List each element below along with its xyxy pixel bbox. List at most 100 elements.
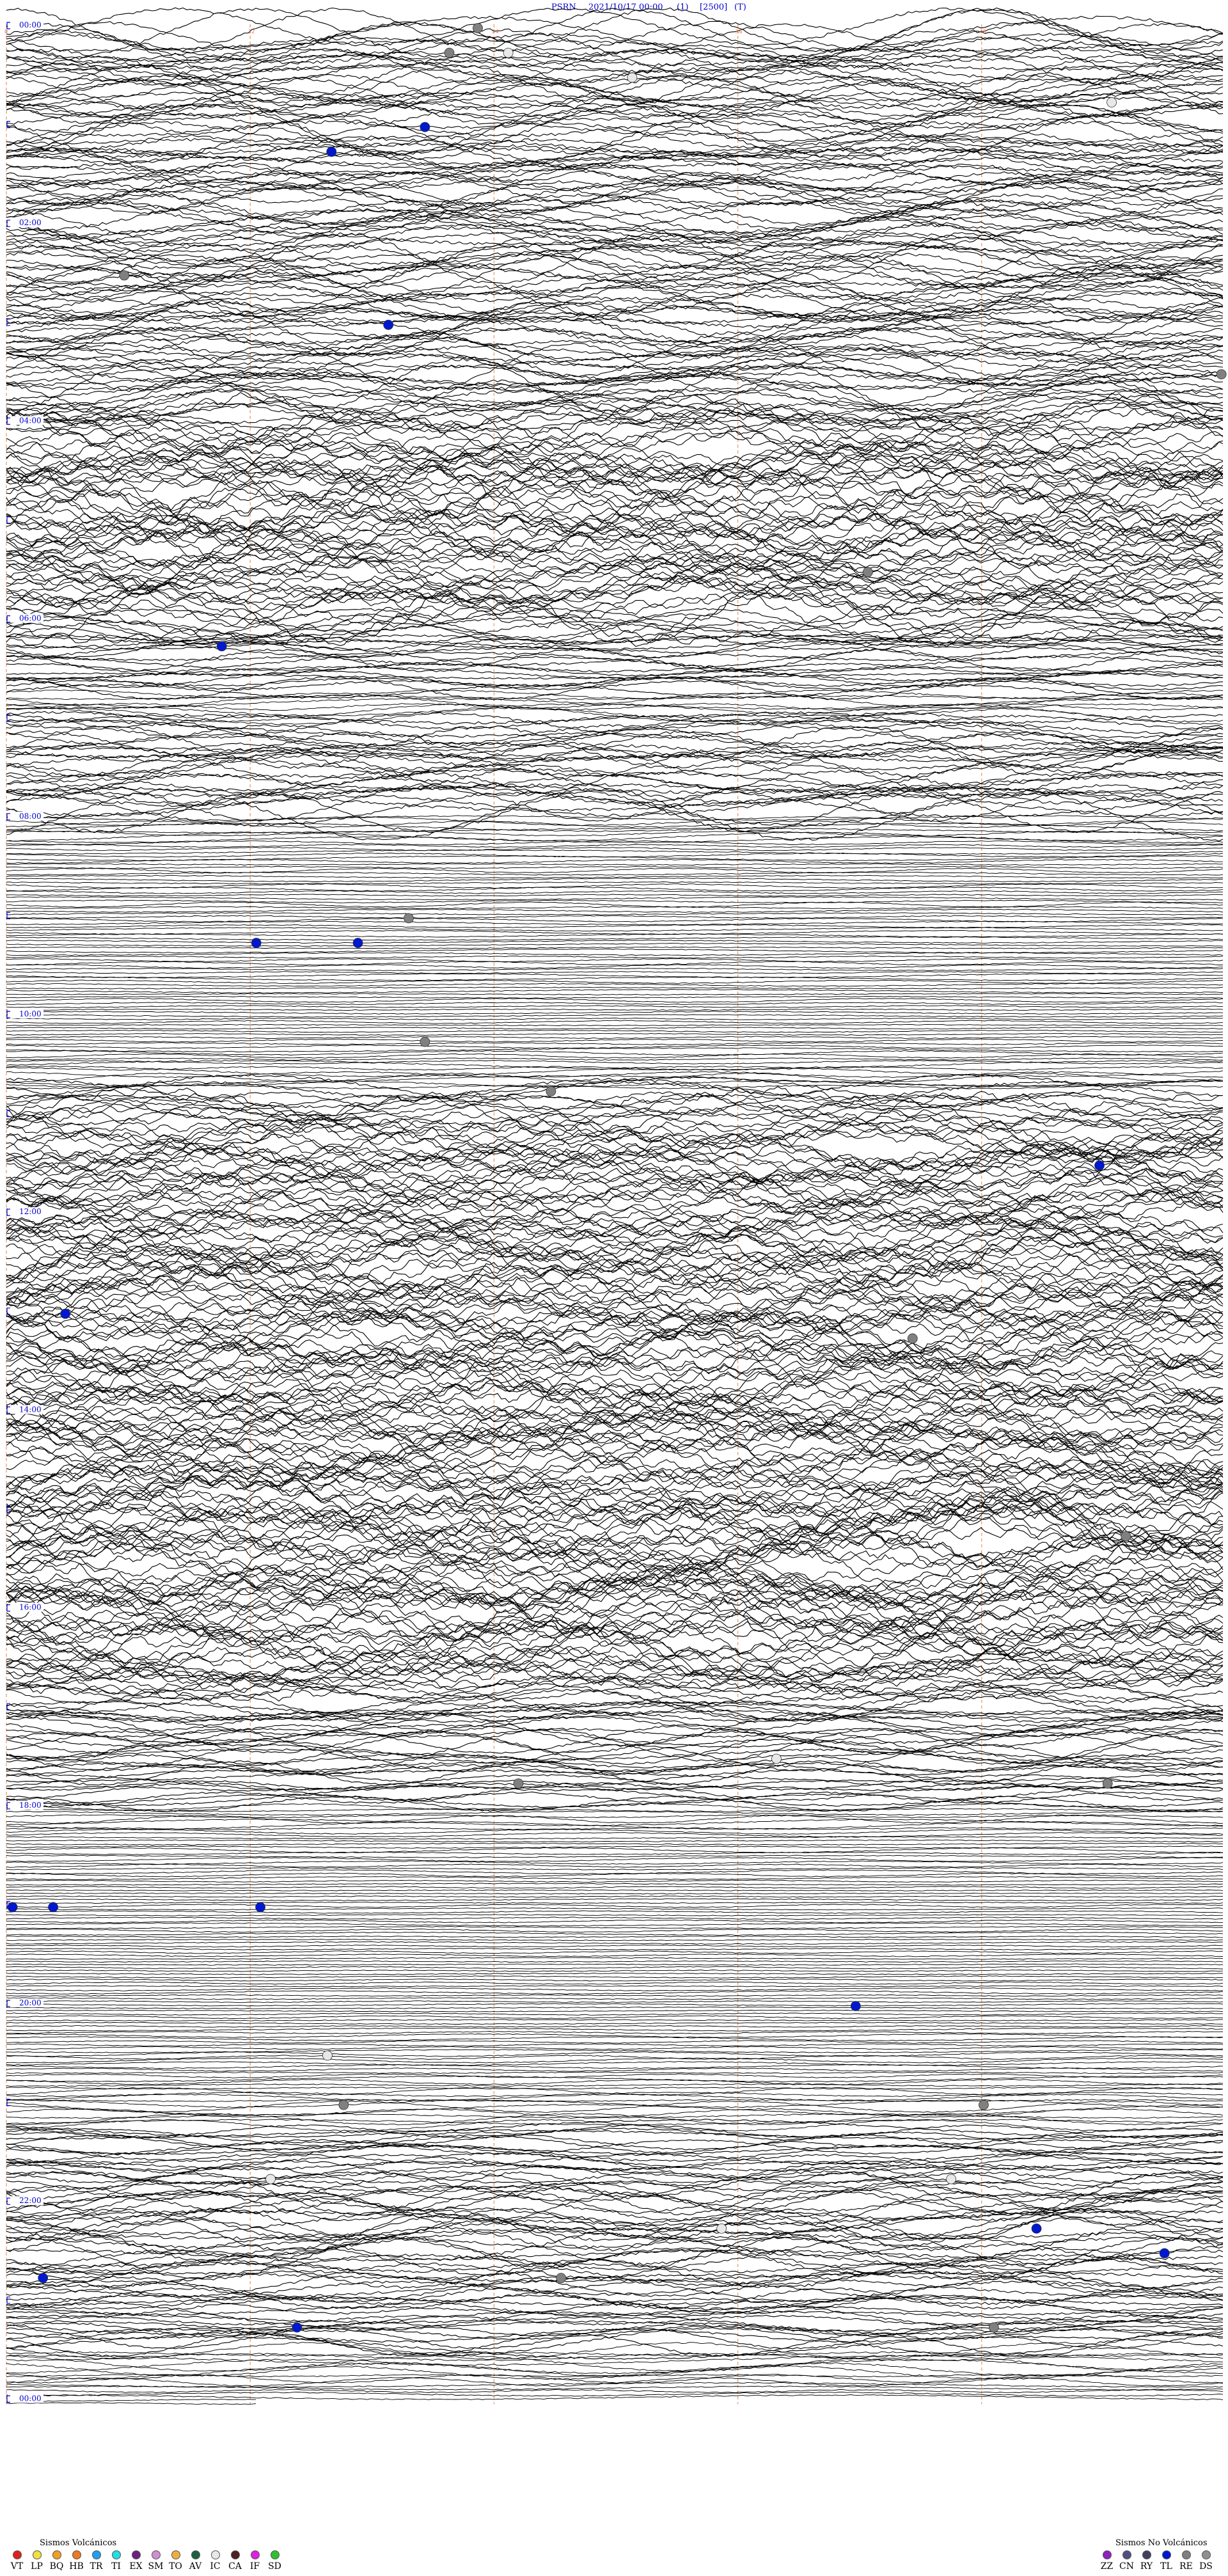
trace-row: [6, 988, 1224, 1015]
trace-line: [6, 2046, 1224, 2050]
event-marker: [60, 1308, 71, 1319]
trace-line: [6, 896, 1223, 901]
legend-item: RE: [1178, 2550, 1194, 2572]
trace-line: [6, 2391, 1224, 2397]
trace-line: [6, 1284, 1224, 1339]
trace-row: [6, 1954, 1224, 1979]
trace-line: [6, 877, 1224, 882]
legend-dot: [32, 2550, 42, 2559]
legend-label: TR: [90, 2561, 103, 2572]
trace-line: [6, 1774, 1224, 1790]
trace-line: [6, 1053, 1224, 1059]
trace-line: [6, 1960, 1224, 1963]
trace-line: [6, 956, 1224, 959]
legend-label: CN: [1119, 2561, 1134, 2572]
trace-line: [6, 2036, 1224, 2041]
half-hour-bracket: [6, 2296, 10, 2304]
legend-label: SD: [268, 2561, 281, 2572]
trace-line: [6, 684, 1224, 699]
trace-line: [6, 1017, 1224, 1020]
trace-row: [6, 1979, 1224, 2003]
trace-line: [6, 1008, 1224, 1011]
legend-item: IC: [207, 2550, 223, 2572]
trace-row: [6, 2342, 1224, 2380]
trace-row: [6, 1014, 1224, 1039]
trace-line: [6, 1836, 1224, 1840]
trace-line: [6, 99, 1224, 122]
trace-line: [6, 2181, 1224, 2212]
trace-row: [6, 1829, 1224, 1855]
legend-label: IC: [210, 2561, 221, 2572]
trace-line: [6, 924, 1224, 928]
trace-line: [6, 1596, 1224, 1647]
event-marker: [48, 1902, 58, 1913]
trace-line: [6, 1842, 1224, 1845]
trace-line: [6, 292, 1224, 319]
trace-line: [6, 865, 1224, 869]
event-marker: [420, 122, 430, 132]
legend-label: TL: [1160, 2561, 1172, 2572]
trace-row: [6, 690, 1224, 725]
legend-item: SM: [148, 2550, 164, 2572]
trace-line: [6, 946, 1224, 949]
trace-line: [6, 827, 1224, 834]
trace-line: [6, 2108, 1224, 2118]
trace-line: [6, 388, 1224, 407]
legend-dot: [191, 2550, 200, 2559]
legend-dot: [210, 2550, 220, 2559]
trace-line: [6, 1985, 1224, 1987]
legend-label: LP: [31, 2561, 43, 2572]
trace-row: [6, 379, 1224, 432]
trace-row: [6, 2027, 1224, 2053]
trace-line: [6, 927, 1224, 932]
trace-line: [6, 1857, 1224, 1862]
legend-item: EX: [128, 2550, 144, 2572]
legend-dot: [1201, 2550, 1211, 2559]
trace-line: [6, 1600, 1224, 1674]
hour-label: 20:00: [19, 1998, 42, 2007]
legend-label: HB: [69, 2561, 84, 2572]
trace-line: [6, 1113, 1224, 1167]
event-marker: [38, 2273, 49, 2284]
trace-line: [6, 1527, 1224, 1561]
event-marker: [546, 1086, 556, 1096]
legend-label: RE: [1179, 2561, 1193, 2572]
trace-line: [6, 484, 1224, 560]
trace-line: [6, 1938, 1224, 1941]
trace-line: [6, 1731, 1224, 1766]
trace-line: [6, 1863, 1224, 1868]
trace-line: [6, 993, 1224, 995]
trace-row: [6, 865, 1224, 892]
trace-line: [6, 1709, 1224, 1744]
trace-line: [6, 1941, 1224, 1945]
trace-line: [6, 2083, 1224, 2087]
trace-row: [6, 2374, 1224, 2401]
trace-line: [6, 912, 1224, 915]
hour-label: 00:00: [19, 2394, 42, 2403]
trace-row: [6, 571, 1224, 647]
trace-line: [6, 1005, 1223, 1008]
trace-line: [6, 2009, 1224, 2012]
legend-dot: [52, 2550, 61, 2559]
trace-line: [6, 2399, 256, 2402]
trace-row: [6, 2051, 1224, 2078]
event-marker: [771, 1753, 782, 1764]
trace-line: [6, 1869, 1224, 1875]
trace-row: [6, 1854, 1224, 1880]
trace-line: [6, 271, 1224, 320]
trace-line: [6, 2094, 1224, 2101]
trace-line: [6, 874, 1224, 879]
trace-row: [6, 1456, 1224, 1544]
trace-row: [6, 2295, 1224, 2335]
trace-line: [6, 36, 1224, 67]
trace-line: [6, 182, 1224, 230]
trace-line: [6, 1914, 1223, 1916]
trace-line: [6, 1023, 1224, 1027]
trace-line: [6, 1185, 1224, 1230]
trace-line: [6, 1908, 1224, 1911]
legend-dot: [1122, 2550, 1131, 2559]
event-marker: [988, 2322, 999, 2333]
trace-line: [6, 468, 1224, 514]
hour-label: 16:00: [19, 1603, 42, 1612]
trace-line: [6, 1832, 1224, 1838]
